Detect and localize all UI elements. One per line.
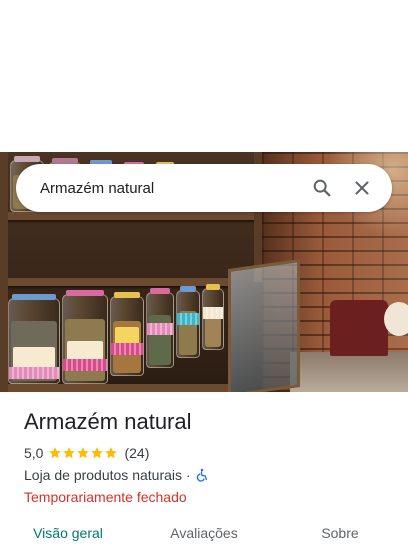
star-icon	[63, 447, 76, 459]
search-icon	[313, 179, 331, 197]
place-category[interactable]: Loja de produtos naturais	[24, 467, 182, 483]
star-icon	[77, 447, 90, 459]
rating-value: 5,0	[24, 445, 44, 461]
place-tabs: Visão geral Avaliações Sobre	[0, 518, 408, 544]
star-icon	[49, 447, 62, 459]
photo-jar	[176, 286, 200, 358]
place-info: Armazém natural 5,0 (24) Loja de produto…	[24, 408, 392, 507]
wheelchair-icon	[196, 468, 207, 482]
close-icon	[355, 181, 369, 195]
tab-sobre[interactable]: Sobre	[272, 518, 408, 544]
photo-jar	[202, 284, 224, 350]
separator: ·	[186, 467, 191, 483]
photo-jar	[62, 290, 108, 384]
photo-fur-throw	[384, 302, 408, 336]
photo-shelf-post	[0, 152, 8, 392]
star-icon	[91, 447, 104, 459]
open-status: Temporariamente fechado	[24, 489, 187, 505]
star-rating	[48, 446, 118, 460]
photo-jar	[110, 292, 144, 376]
photo-jar	[146, 288, 174, 368]
photo-shelf-plank	[0, 212, 262, 220]
category-row: Loja de produtos naturais ·	[24, 466, 392, 484]
photo-floor	[290, 352, 408, 392]
tab-visao-geral[interactable]: Visão geral	[0, 518, 136, 544]
rating-row[interactable]: 5,0 (24)	[24, 444, 392, 462]
review-count[interactable]: (24)	[124, 445, 149, 461]
place-page: Armazém natural Armazém natural 5,0 (24)…	[0, 0, 408, 544]
place-title: Armazém natural	[24, 409, 192, 434]
close-button[interactable]	[342, 168, 382, 208]
photo-shelf-plank	[0, 278, 230, 286]
photo-display-cabinet	[228, 258, 300, 392]
search-button[interactable]	[302, 168, 342, 208]
star-icon	[105, 447, 118, 459]
photo-shelf-plank	[0, 384, 230, 392]
photo-chair	[330, 300, 388, 356]
search-bar[interactable]: Armazém natural	[16, 164, 392, 212]
tab-avaliacoes[interactable]: Avaliações	[136, 518, 272, 544]
photo-jar	[8, 294, 60, 384]
search-input[interactable]: Armazém natural	[40, 180, 302, 197]
